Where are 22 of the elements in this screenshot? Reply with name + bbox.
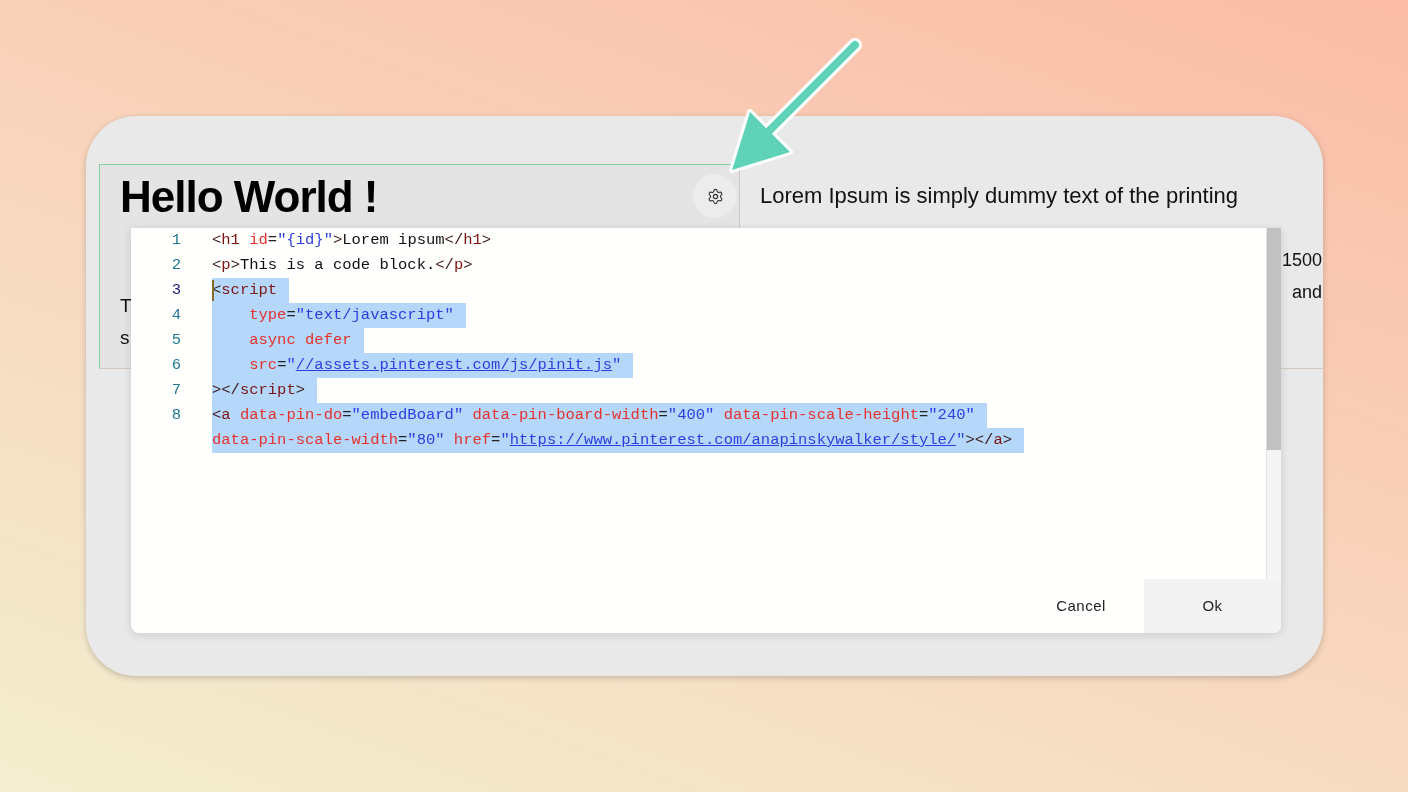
code-line: <p>This is a code block.</p>: [212, 255, 474, 276]
line-number: 5: [170, 330, 181, 351]
paragraph-line: s: [120, 326, 130, 350]
scrollbar[interactable]: [1266, 228, 1281, 579]
line-number: 2: [170, 255, 181, 276]
paragraph-line: T: [120, 294, 132, 318]
paragraph-line: Lorem Ipsum is simply dummy text of the printing: [760, 182, 1239, 210]
paragraph-fragment: and: [1291, 281, 1322, 304]
text-cursor: [212, 280, 214, 301]
line-number: 8: [170, 405, 181, 426]
line-number: 7: [170, 380, 181, 401]
settings-icon: [706, 187, 724, 205]
ok-button[interactable]: Ok: [1144, 579, 1281, 633]
line-number: 3: [170, 280, 181, 301]
settings-button[interactable]: [693, 174, 737, 218]
heading: Hello World !: [120, 171, 378, 222]
line-number: 6: [170, 355, 181, 376]
scrollbar-thumb[interactable]: [1267, 228, 1281, 450]
line-number: 4: [170, 305, 181, 326]
paragraph-fragment: 1500: [1281, 249, 1322, 272]
line-number: 1: [170, 230, 181, 251]
code-line: <h1 id="{id}">Lorem ipsum</h1>: [212, 230, 493, 251]
